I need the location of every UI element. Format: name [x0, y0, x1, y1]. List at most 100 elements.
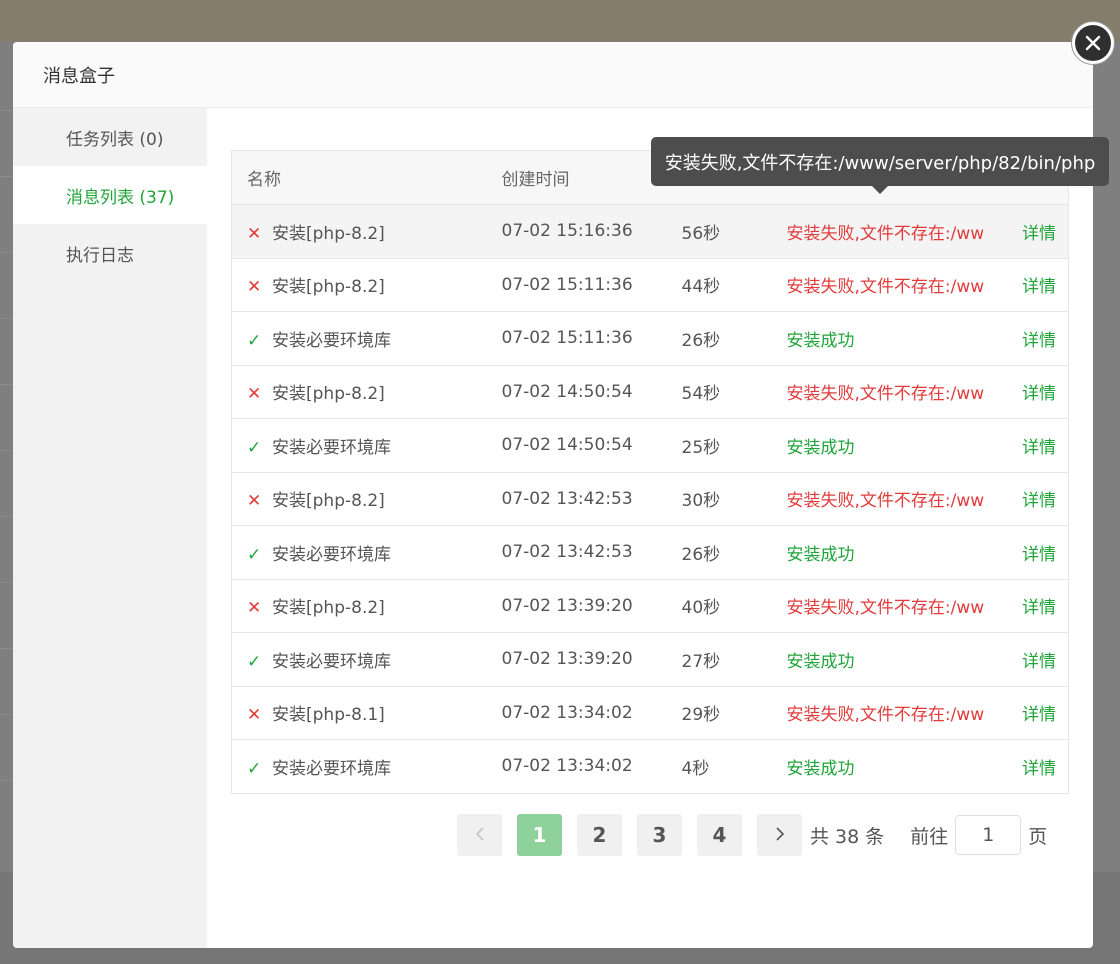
detail-link[interactable]: 详情 [1002, 365, 1069, 419]
created-time: 07-02 13:42:53 [501, 542, 633, 563]
message-name: 安装[php-8.2] [272, 277, 385, 298]
check-icon: ✓ [247, 544, 262, 565]
table-row: ✕ 安装[php-8.2] 07-02 14:50:54 54秒 安装失败,文件不存在:… [231, 365, 1069, 419]
message-name-cell: ✓ 安装必要环境库 [232, 419, 487, 473]
detail-link[interactable]: 详情 [1002, 312, 1069, 366]
table-row: ✕ 安装[php-8.2] 07-02 13:39:20 40秒 安装失败,文件不存在:… [231, 579, 1069, 633]
table-row: ✓ 安装必要环境库 07-02 13:42:53 26秒 安装成功 详情 [231, 525, 1069, 580]
result-cell: 安装失败,文件不存在:/ww [772, 472, 1002, 526]
message-name: 安装[php-8.2] [272, 491, 385, 512]
detail-link[interactable]: 详情 [1002, 579, 1069, 633]
table-row: ✓ 安装必要环境库 07-02 13:34:02 4秒 安装成功 详情 [231, 739, 1069, 794]
total-count: 共 38 条 [810, 825, 885, 848]
message-name: 安装[php-8.2] [272, 384, 385, 405]
goto-label: 前往 [910, 825, 949, 848]
result-text: 安装失败,文件不存在:/ww [786, 223, 985, 244]
result-text: 安装成功 [786, 437, 855, 458]
created-time: 07-02 13:34:02 [501, 702, 633, 723]
detail-link[interactable]: 详情 [1002, 419, 1069, 473]
message-name: 安装必要环境库 [272, 544, 391, 565]
cross-icon: ✕ [247, 277, 262, 298]
page-button-4[interactable]: 4 [697, 814, 742, 856]
detail-link[interactable]: 详情 [1002, 526, 1069, 580]
background-divider [0, 780, 14, 781]
sidebar: 任务列表 (0) 消息列表 (37) 执行日志 [13, 108, 207, 948]
background-divider [0, 582, 14, 583]
message-name: 安装必要环境库 [272, 330, 391, 351]
next-page-button[interactable] [757, 814, 802, 856]
result-cell: 安装失败,文件不存在:/ww [772, 205, 1002, 259]
result-cell: 安装失败,文件不存在:/ww [772, 258, 1002, 312]
prev-page-button[interactable] [457, 814, 502, 856]
cross-icon: ✕ [247, 384, 262, 405]
cross-icon: ✕ [247, 491, 262, 512]
message-name: 安装[php-8.2] [272, 223, 385, 244]
background-divider [0, 714, 14, 715]
background-divider [0, 450, 14, 451]
detail-link[interactable]: 详情 [1002, 686, 1069, 740]
cross-icon: ✕ [247, 223, 262, 244]
duration: 4秒 [681, 758, 710, 779]
result-text: 安装成功 [786, 651, 855, 672]
background-divider [0, 648, 14, 649]
duration: 27秒 [681, 651, 721, 672]
duration: 40秒 [681, 598, 721, 619]
result-cell: 安装成功 [772, 740, 1002, 794]
check-icon: ✓ [247, 758, 262, 779]
background-divider [0, 384, 14, 385]
result-text: 安装成功 [786, 544, 855, 565]
result-cell: 安装失败,文件不存在:/ww [772, 365, 1002, 419]
sidebar-item-label: 执行日志 [66, 245, 134, 266]
detail-link[interactable]: 详情 [1002, 472, 1069, 526]
message-name-cell: ✓ 安装必要环境库 [232, 633, 487, 687]
detail-link[interactable]: 详情 [1002, 258, 1069, 312]
message-name-cell: ✓ 安装必要环境库 [232, 526, 487, 580]
page-button-1[interactable]: 1 [517, 814, 562, 856]
sidebar-item-label: 任务列表 (0) [66, 129, 164, 150]
created-time: 07-02 14:50:54 [501, 435, 633, 456]
background-divider [0, 110, 14, 111]
detail-link[interactable]: 详情 [1002, 205, 1069, 259]
created-time: 07-02 14:50:54 [501, 381, 633, 402]
message-name-cell: ✕ 安装[php-8.1] [232, 686, 487, 740]
detail-link[interactable]: 详情 [1002, 740, 1069, 794]
message-name: 安装[php-8.2] [272, 598, 385, 619]
goto-page-input[interactable] [955, 815, 1022, 855]
sidebar-item-execution-log[interactable]: 执行日志 [13, 224, 207, 282]
message-name-cell: ✓ 安装必要环境库 [232, 740, 487, 794]
message-list-panel: 名称 创建时间 ✕ 安装[php-8.2] 07-02 15:16:36 56秒 安装失… [231, 150, 1069, 794]
message-table: 名称 创建时间 ✕ 安装[php-8.2] 07-02 15:16:36 56秒 安装失… [231, 150, 1069, 794]
result-cell: 安装失败,文件不存在:/ww [772, 686, 1002, 740]
table-row: ✓ 安装必要环境库 07-02 14:50:54 25秒 安装成功 详情 [231, 418, 1069, 473]
result-text: 安装成功 [786, 330, 855, 351]
message-name-cell: ✕ 安装[php-8.2] [232, 205, 487, 259]
sidebar-item-task-list[interactable]: 任务列表 (0) [13, 108, 207, 166]
created-time: 07-02 15:16:36 [501, 221, 633, 242]
tooltip-arrow [872, 186, 888, 194]
close-dialog-button[interactable] [1071, 21, 1115, 65]
page-button-3[interactable]: 3 [637, 814, 682, 856]
cross-icon: ✕ [247, 705, 262, 726]
table-row: ✓ 安装必要环境库 07-02 13:39:20 27秒 安装成功 详情 [231, 632, 1069, 687]
check-icon: ✓ [247, 437, 262, 458]
result-text: 安装失败,文件不存在:/ww [786, 384, 985, 405]
detail-link[interactable]: 详情 [1002, 633, 1069, 687]
column-header-created: 创建时间 [501, 170, 570, 190]
result-cell: 安装成功 [772, 633, 1002, 687]
duration: 54秒 [681, 384, 721, 405]
cross-icon: ✕ [247, 598, 262, 619]
chevron-right-icon [774, 823, 786, 847]
dialog-title: 消息盒子 [43, 65, 115, 87]
background-divider [0, 516, 14, 517]
sidebar-item-label: 消息列表 (37) [66, 187, 175, 208]
column-header-name: 名称 [247, 170, 281, 190]
result-cell: 安装成功 [772, 312, 1002, 366]
message-name-cell: ✕ 安装[php-8.2] [232, 472, 487, 526]
created-time: 07-02 13:39:20 [501, 649, 633, 670]
duration: 26秒 [681, 330, 721, 351]
table-row: ✕ 安装[php-8.2] 07-02 15:16:36 56秒 安装失败,文件不存在:… [231, 204, 1069, 259]
sidebar-item-message-list[interactable]: 消息列表 (37) [13, 166, 207, 224]
result-tooltip: 安装失败,文件不存在:/www/server/php/82/bin/php [651, 137, 1109, 186]
page-button-2[interactable]: 2 [577, 814, 622, 856]
background-divider [0, 318, 14, 319]
